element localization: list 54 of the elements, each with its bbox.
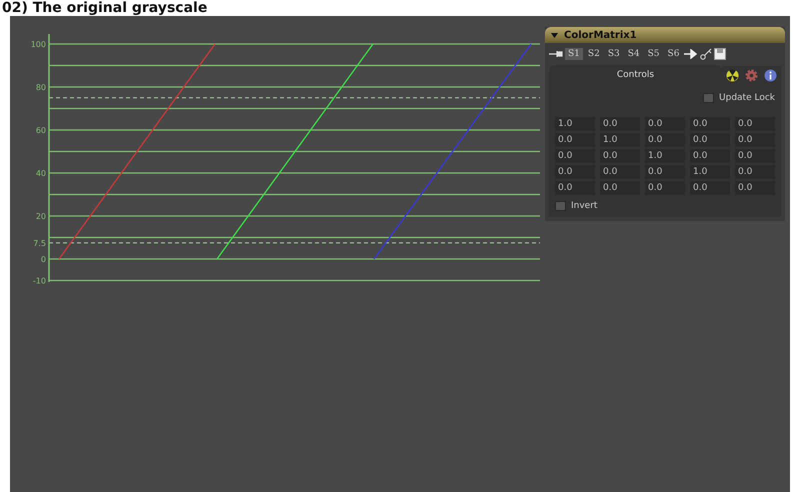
matrix-field[interactable]: 0.0 [645, 133, 685, 147]
matrix-field[interactable]: 0.0 [690, 117, 730, 131]
matrix-field[interactable]: 0.0 [555, 133, 595, 147]
axis-label: 100 [30, 40, 46, 49]
matrix-field[interactable]: 1.0 [555, 117, 595, 131]
version-slot[interactable]: S3 [604, 48, 623, 60]
matrix-field[interactable]: 0.0 [645, 165, 685, 179]
matrix-field[interactable]: 0.0 [600, 165, 640, 179]
matrix-field[interactable]: 0.0 [690, 181, 730, 195]
matrix-field[interactable]: 0.0 [735, 165, 775, 179]
caret-icon[interactable] [551, 32, 558, 38]
version-slot[interactable]: S6 [664, 48, 682, 60]
matrix-field[interactable]: 0.0 [690, 133, 730, 147]
checkbox[interactable] [703, 93, 714, 103]
checkbox-label: Invert [571, 201, 598, 211]
matrix-field[interactable]: 0.0 [555, 165, 595, 179]
checkbox[interactable] [555, 201, 566, 211]
version-slot[interactable]: S4 [624, 48, 643, 60]
axis-label: 60 [36, 126, 46, 135]
matrix-field[interactable]: 0.0 [555, 149, 595, 163]
matrix-field[interactable]: 1.0 [645, 149, 685, 163]
matrix-field[interactable]: 0.0 [735, 149, 775, 163]
version-slot[interactable]: S1 [565, 48, 583, 60]
axis-label: 80 [36, 83, 46, 92]
version-slot[interactable]: S2 [584, 48, 603, 60]
checkbox-label: Update Lock [719, 93, 775, 103]
gear-icon[interactable] [745, 69, 758, 82]
matrix-field[interactable]: 0.0 [735, 181, 775, 195]
matrix-field[interactable]: 0.0 [600, 149, 640, 163]
save-icon[interactable] [714, 48, 726, 60]
radiation-icon[interactable] [726, 69, 739, 82]
arrow-icon[interactable] [684, 49, 698, 59]
matrix-field[interactable]: 0.0 [555, 181, 595, 195]
key-icon[interactable] [700, 48, 712, 60]
matrix-field[interactable]: 0.0 [735, 133, 775, 147]
matrix-field[interactable]: 0.0 [645, 117, 685, 131]
panel-title: ColorMatrix1 [564, 30, 637, 40]
matrix-field[interactable]: 0.0 [600, 181, 640, 195]
pin-icon[interactable] [549, 50, 563, 58]
version-slot[interactable]: S5 [644, 48, 663, 60]
matrix-field[interactable]: 0.0 [735, 117, 775, 131]
matrix-field[interactable]: 0.0 [645, 181, 685, 195]
info-icon[interactable] [764, 69, 777, 82]
axis-label: -10 [32, 276, 46, 286]
matrix-field[interactable]: 1.0 [690, 165, 730, 179]
axis-label: 20 [36, 212, 46, 221]
axis-label: 7.5 [33, 238, 46, 248]
axis-label: 40 [36, 169, 46, 178]
matrix-field[interactable]: 0.0 [600, 117, 640, 131]
matrix-field[interactable]: 0.0 [690, 149, 730, 163]
matrix-field[interactable]: 1.0 [600, 133, 640, 147]
axis-label: 0 [40, 255, 46, 264]
page-heading: 02) The original grayscale [1, 0, 208, 16]
controls-tab[interactable]: Controls [549, 65, 722, 85]
